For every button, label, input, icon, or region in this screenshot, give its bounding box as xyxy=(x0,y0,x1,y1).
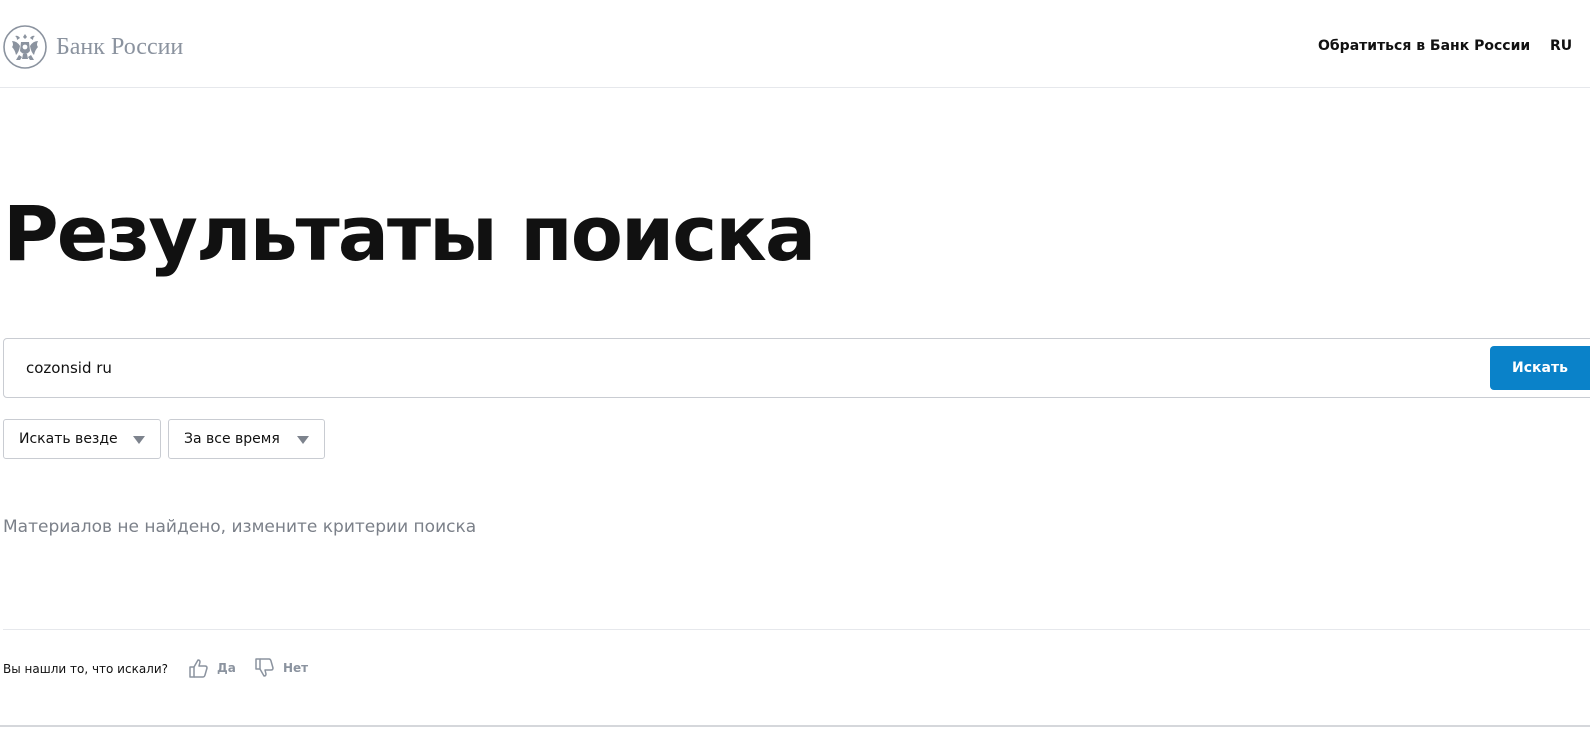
feedback-yes-label: Да xyxy=(217,661,236,675)
triangle-down-icon xyxy=(297,436,309,444)
search-bar: Искать xyxy=(3,338,1590,398)
period-filter-dropdown[interactable]: За все время xyxy=(168,419,325,459)
feedback-yes-button[interactable]: Да xyxy=(188,657,236,679)
feedback-question: Вы нашли то, что искали? xyxy=(3,662,169,676)
page-title: Результаты поиска xyxy=(3,189,816,278)
language-switcher[interactable]: RU xyxy=(1550,38,1572,54)
feedback-no-label: Нет xyxy=(283,661,309,675)
contact-bank-link[interactable]: Обратиться в Банк России xyxy=(1318,38,1530,54)
site-header: Банк России Обратиться в Банк России RU xyxy=(0,0,1590,88)
thumbs-up-icon xyxy=(189,659,208,678)
search-input[interactable] xyxy=(26,339,1466,397)
triangle-down-icon xyxy=(133,436,145,444)
eagle-emblem-icon xyxy=(3,25,47,69)
feedback-divider xyxy=(3,629,1590,630)
scope-filter-label: Искать везде xyxy=(19,431,118,447)
logo-link[interactable]: Банк России xyxy=(3,25,183,69)
page-bottom-border xyxy=(0,725,1590,727)
thumbs-down-icon xyxy=(255,658,274,677)
page: Банк России Обратиться в Банк России RU … xyxy=(0,0,1590,738)
no-results-message: Материалов не найдено, измените критерии… xyxy=(3,517,477,537)
logo-text: Банк России xyxy=(56,34,184,60)
search-button[interactable]: Искать xyxy=(1490,346,1590,390)
period-filter-label: За все время xyxy=(184,431,280,447)
scope-filter-dropdown[interactable]: Искать везде xyxy=(3,419,161,459)
feedback-no-button[interactable]: Нет xyxy=(254,657,308,679)
